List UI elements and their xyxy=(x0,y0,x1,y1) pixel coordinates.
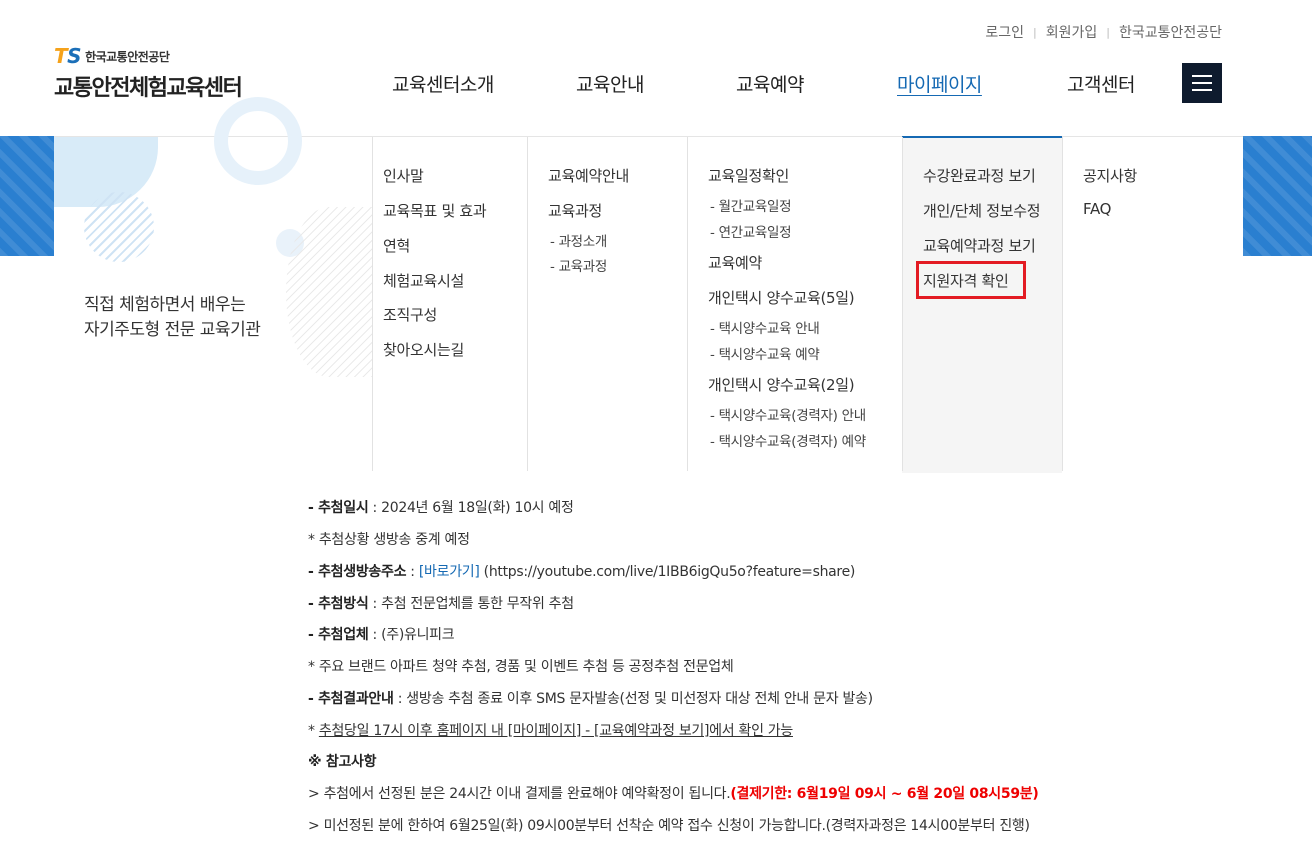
text: * xyxy=(308,723,319,739)
menu-greeting[interactable]: 인사말 xyxy=(383,165,424,186)
label: - 추첨결과안내 xyxy=(308,691,394,707)
content-line: * 추첨상황 생방송 중계 예정 xyxy=(308,532,470,548)
content-line: - 추첨일시 : 2024년 6월 18일(화) 10시 예정 xyxy=(308,497,574,517)
text: > 추첨에서 선정된 분은 24시간 이내 결제를 완료해야 예약확정이 됩니다… xyxy=(308,786,731,802)
menu-reservation-guide[interactable]: 교육예약안내 xyxy=(548,165,629,186)
gnb-support[interactable]: 고객센터 xyxy=(1067,70,1135,97)
visual-band-left xyxy=(0,136,54,256)
label: - 추첨일시 xyxy=(308,500,369,516)
label: - 추첨방식 xyxy=(308,596,369,612)
text: : (주)유니피크 xyxy=(368,627,455,643)
content-line: > 미선정된 분에 한하여 6월25일(화) 09시00분부터 선착순 예약 접… xyxy=(308,818,1030,834)
menu-reserved-courses[interactable]: 교육예약과정 보기 xyxy=(923,235,1036,256)
menu-directions[interactable]: 찾아오시는길 xyxy=(383,339,464,360)
content-line: > 추첨에서 선정된 분은 24시간 이내 결제를 완료해야 예약확정이 됩니다… xyxy=(308,783,1039,803)
slogan: 직접 체험하면서 배우는 자기주도형 전문 교육기관 xyxy=(84,293,261,343)
signup-link[interactable]: 회원가입 xyxy=(1046,22,1098,42)
menu-reserve[interactable]: 교육예약 xyxy=(708,252,762,273)
content-line: - 추첨결과안내 : 생방송 추첨 종료 이후 SMS 문자발송(선정 및 미선… xyxy=(308,688,873,708)
text: : 2024년 6월 18일(화) 10시 예정 xyxy=(368,500,574,516)
gnb-about[interactable]: 교육센터소개 xyxy=(392,70,494,97)
menu-course-intro[interactable]: - 과정소개 xyxy=(550,230,607,250)
menu-goals[interactable]: 교육목표 및 효과 xyxy=(383,200,487,221)
menu-divider xyxy=(902,137,903,471)
global-nav: 교육센터소개 교육안내 교육예약 마이페이지 고객센터 xyxy=(0,70,1312,98)
menu-history[interactable]: 연혁 xyxy=(383,235,410,256)
kotsa-link[interactable]: 한국교통안전공단 xyxy=(1119,22,1222,42)
menu-course-list[interactable]: - 교육과정 xyxy=(550,255,607,275)
menu-schedule[interactable]: 교육일정확인 xyxy=(708,165,789,186)
label: ※ 참고사항 xyxy=(308,754,377,770)
menu-taxi-5day[interactable]: 개인택시 양수교육(5일) xyxy=(708,287,855,308)
menu-courses[interactable]: 교육과정 xyxy=(548,200,602,221)
content-line: - 추첨방식 : 추첨 전문업체를 통한 무작위 추첨 xyxy=(308,593,574,613)
content-line: ※ 참고사항 xyxy=(308,751,377,771)
slogan-line: 자기주도형 전문 교육기관 xyxy=(84,320,261,340)
utility-nav: 로그인 | 회원가입 | 한국교통안전공단 xyxy=(985,22,1222,42)
label: - 추첨업체 xyxy=(308,627,369,643)
hamburger-menu-icon[interactable] xyxy=(1182,63,1222,103)
menu-divider xyxy=(1062,137,1063,471)
menu-notice[interactable]: 공지사항 xyxy=(1083,165,1137,186)
menu-taxi-exp-info[interactable]: - 택시양수교육(경력자) 안내 xyxy=(710,404,866,424)
ts-logo-icon: TS xyxy=(54,44,82,68)
menu-taxi-2day[interactable]: 개인택시 양수교육(2일) xyxy=(708,374,855,395)
divider: | xyxy=(1032,25,1037,39)
content-line: - 추첨업체 : (주)유니피크 xyxy=(308,624,455,644)
slogan-line: 직접 체험하면서 배우는 xyxy=(84,295,246,315)
gnb-education[interactable]: 교육안내 xyxy=(576,70,644,97)
mega-menu: 직접 체험하면서 배우는 자기주도형 전문 교육기관 인사말 교육목표 및 효과… xyxy=(54,97,1243,473)
decor-shape xyxy=(84,192,154,262)
text: : xyxy=(406,564,419,580)
highlight-box xyxy=(916,261,1026,299)
menu-divider xyxy=(372,137,373,471)
label: - 추첨생방송주소 xyxy=(308,564,407,580)
content-line: - 추첨생방송주소 : [바로가기] (https://youtube.com/… xyxy=(308,561,855,581)
decor-shape xyxy=(286,207,372,377)
menu-faq[interactable]: FAQ xyxy=(1083,200,1111,218)
gnb-mypage[interactable]: 마이페이지 xyxy=(897,70,982,97)
menu-taxi-reserve[interactable]: - 택시양수교육 예약 xyxy=(710,343,820,363)
live-stream-link[interactable]: [바로가기] xyxy=(419,564,480,580)
menu-monthly-schedule[interactable]: - 월간교육일정 xyxy=(710,195,792,215)
menu-taxi-exp-reserve[interactable]: - 택시양수교육(경력자) 예약 xyxy=(710,430,866,450)
active-column-highlight xyxy=(902,136,1062,473)
content-line: * 추첨당일 17시 이후 홈페이지 내 [마이페이지] - [교육예약과정 보… xyxy=(308,720,793,740)
decor-shape xyxy=(214,97,302,185)
logo-org-name: 한국교통안전공단 xyxy=(85,49,170,64)
menu-taxi-info[interactable]: - 택시양수교육 안내 xyxy=(710,317,820,337)
underlined-text: 추첨당일 17시 이후 홈페이지 내 [마이페이지] - [교육예약과정 보기]… xyxy=(318,723,793,739)
menu-yearly-schedule[interactable]: - 연간교육일정 xyxy=(710,221,792,241)
menu-completed-courses[interactable]: 수강완료과정 보기 xyxy=(923,165,1036,186)
menu-organization[interactable]: 조직구성 xyxy=(383,304,437,325)
divider: | xyxy=(1106,25,1110,39)
menu-divider xyxy=(527,137,528,471)
menu-facilities[interactable]: 체험교육시설 xyxy=(383,270,464,291)
menu-divider xyxy=(687,137,688,471)
text: : 추첨 전문업체를 통한 무작위 추첨 xyxy=(368,596,575,612)
login-link[interactable]: 로그인 xyxy=(985,22,1024,42)
menu-edit-info[interactable]: 개인/단체 정보수정 xyxy=(923,200,1041,221)
url-text: (https://youtube.com/live/1IBB6igQu5o?fe… xyxy=(479,564,856,580)
content-line: * 주요 브랜드 아파트 청약 추첨, 경품 및 이벤트 추첨 등 공정추첨 전… xyxy=(308,659,734,675)
gnb-reservation[interactable]: 교육예약 xyxy=(736,70,804,97)
visual-band-right xyxy=(1243,136,1312,256)
text: : 생방송 추첨 종료 이후 SMS 문자발송(선정 및 미선정자 대상 전체 … xyxy=(393,691,873,707)
logo-org: TS 한국교통안전공단 xyxy=(54,44,241,68)
payment-deadline: (결제기한: 6월19일 09시 ~ 6월 20일 08시59분) xyxy=(730,786,1039,802)
